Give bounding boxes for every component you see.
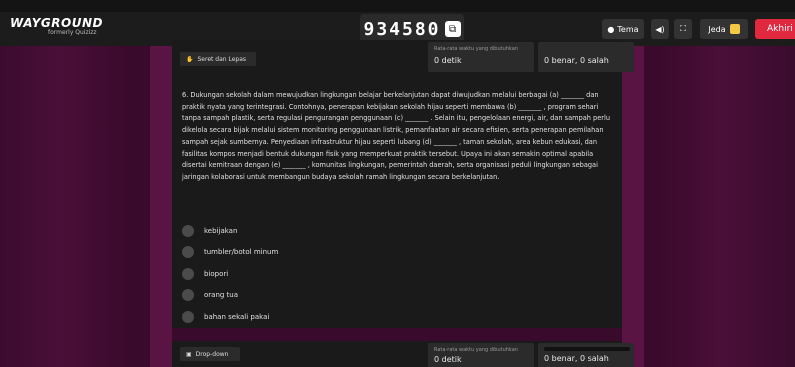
option-item[interactable]: kebijakan [182, 220, 612, 242]
sound-button[interactable]: ◀) [651, 19, 669, 39]
option-label: bahan sekali pakai [204, 312, 270, 321]
question-type-chip: ✋ Seret dan Lepas [180, 52, 256, 66]
end-button[interactable]: Akhiri [755, 19, 795, 39]
next-question-type-chip: ▣ Drop-down [180, 347, 240, 361]
theme-button[interactable]: ● Tema [602, 19, 644, 39]
pause-button[interactable]: Jeda [700, 19, 748, 39]
score-label [544, 46, 628, 52]
option-item[interactable]: biopori [182, 263, 612, 285]
logo: WAYGROUND formerly Quizizz [10, 16, 103, 36]
copy-code-button[interactable]: ⧉ [444, 21, 461, 37]
score-bar [544, 347, 630, 351]
option-radio-icon [182, 246, 194, 259]
dropdown-icon: ▣ [186, 350, 192, 358]
options-list: kebijakan tumbler/botol minum biopori or… [182, 220, 612, 328]
option-item[interactable]: orang tua [182, 285, 612, 307]
palette-icon: ● [607, 24, 615, 34]
avg-time-value: 0 detik [434, 56, 462, 65]
top-strip [0, 0, 795, 12]
speaker-icon: ◀) [655, 24, 665, 34]
next-score-box: 0 benar, 0 salah [538, 343, 634, 367]
score-box: 0 benar, 0 salah [538, 42, 634, 72]
option-radio-icon [182, 224, 194, 237]
question-text: 6. Dukungan sekolah dalam mewujudkan lin… [182, 91, 611, 181]
fullscreen-button[interactable]: ⛶ [674, 19, 692, 39]
drag-hand-icon: ✋ [186, 55, 194, 63]
end-label: Akhiri [767, 24, 793, 34]
option-label: biopori [204, 269, 229, 278]
fullscreen-icon: ⛶ [680, 24, 686, 33]
option-item[interactable]: bahan sekali pakai [182, 306, 612, 328]
question-type-label: Seret dan Lepas [197, 55, 247, 63]
score-value: 0 benar, 0 salah [544, 56, 609, 65]
logo-subtitle: formerly Quizizz [48, 29, 97, 36]
option-label: tumbler/botol minum [204, 248, 279, 257]
background-panel-right [622, 40, 644, 367]
next-avg-time-value: 0 detik [434, 355, 462, 364]
next-question-type-label: Drop-down [195, 350, 229, 358]
option-radio-icon [182, 267, 194, 280]
option-item[interactable]: tumbler/botol minum [182, 242, 612, 264]
avg-time-label: Rata-rata waktu yang dibutuhkan [434, 46, 518, 52]
question-card-header: ✋ Seret dan Lepas Rata-rata waktu yang d… [172, 40, 634, 74]
pause-icon [729, 24, 740, 34]
next-score-value: 0 benar, 0 salah [544, 354, 609, 363]
next-avg-time-label: Rata-rata waktu yang dibutuhkan [434, 347, 518, 353]
question-card: ✋ Seret dan Lepas Rata-rata waktu yang d… [172, 40, 634, 328]
option-label: orang tua [204, 291, 239, 300]
game-code: 934580 [363, 18, 441, 40]
theme-label: Tema [617, 24, 639, 34]
option-radio-icon [182, 289, 194, 302]
pause-label: Jeda [708, 24, 726, 34]
background-panel-left [150, 40, 172, 367]
option-label: kebijakan [204, 226, 238, 235]
logo-name: WAYGROUND [10, 16, 103, 30]
avg-time-box: Rata-rata waktu yang dibutuhkan 0 detik [428, 42, 534, 72]
copy-icon: ⧉ [448, 23, 457, 35]
next-avg-time-box: Rata-rata waktu yang dibutuhkan 0 detik [428, 343, 534, 367]
option-radio-icon [182, 310, 194, 323]
next-question-card: ▣ Drop-down Rata-rata waktu yang dibutuh… [172, 341, 634, 367]
